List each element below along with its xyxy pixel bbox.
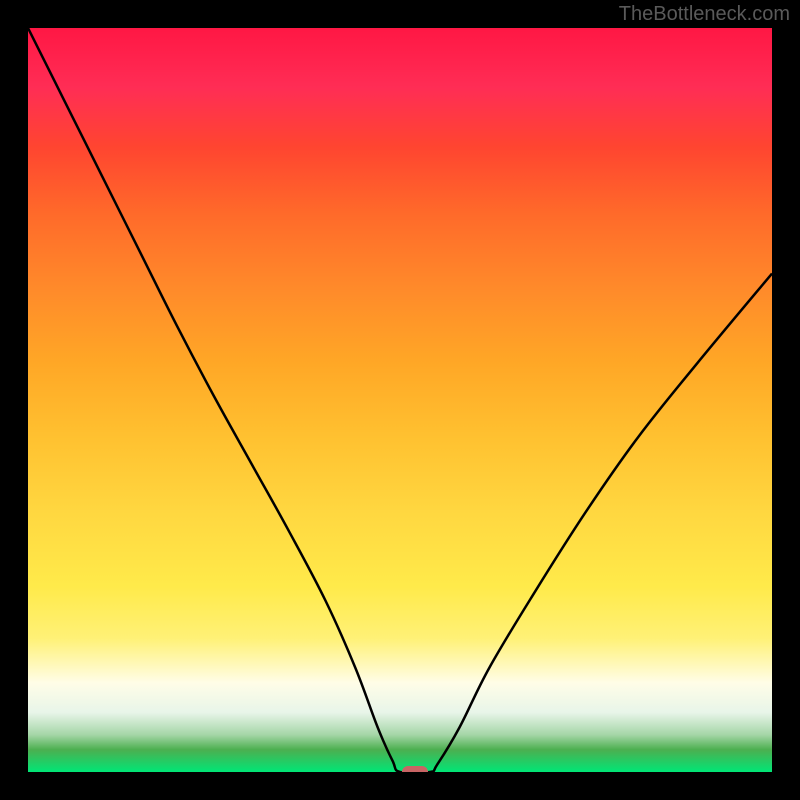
frame-left: [0, 0, 28, 800]
bottleneck-curve: [28, 28, 772, 772]
curve-svg: [28, 28, 772, 772]
plot-area: [28, 28, 772, 772]
watermark-text: TheBottleneck.com: [619, 3, 790, 26]
frame-right: [772, 0, 800, 800]
frame-bottom: [0, 772, 800, 800]
